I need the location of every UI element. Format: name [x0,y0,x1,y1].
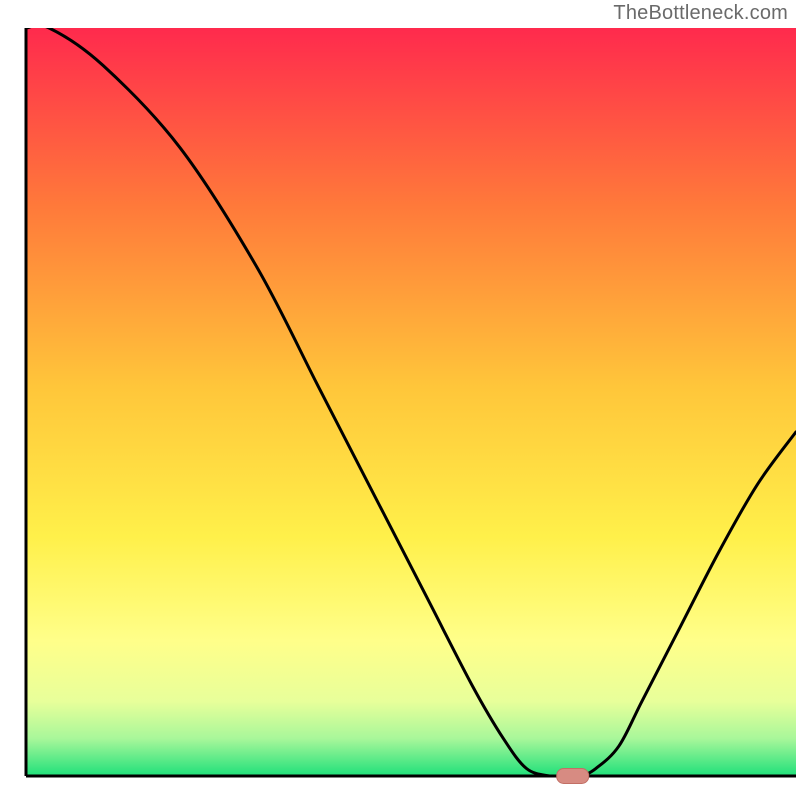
chart-container: TheBottleneck.com [0,0,800,800]
watermark-label: TheBottleneck.com [613,2,788,25]
plot-gradient-background [26,28,796,776]
bottleneck-chart [0,0,800,800]
optimal-point-marker [557,769,589,784]
